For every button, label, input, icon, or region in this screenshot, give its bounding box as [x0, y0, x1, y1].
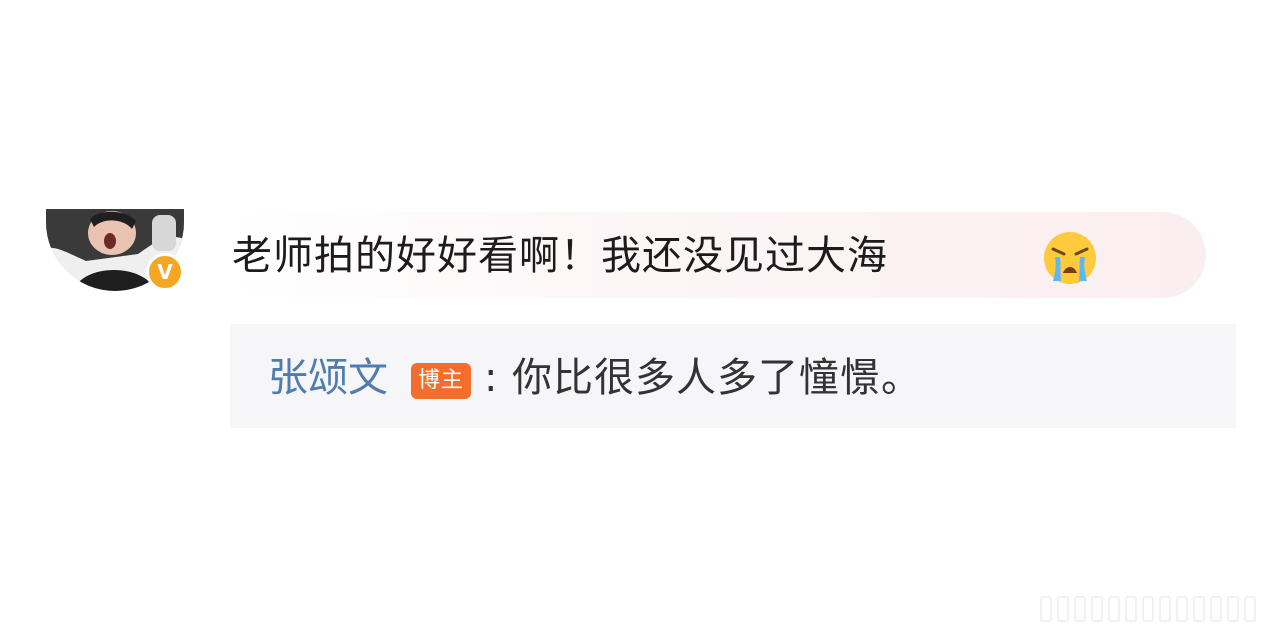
verified-badge-icon: V: [146, 253, 184, 291]
reply-separator: :: [484, 355, 498, 401]
reply-text: 你比很多人多了憧憬。: [512, 355, 922, 401]
reply-author-name[interactable]: 张颂文: [268, 354, 388, 402]
watermark-icon: [1040, 592, 1260, 626]
crying-face-icon: [1044, 232, 1096, 284]
comment-text: 老师拍的好好看啊！我还没见过大海: [232, 233, 888, 279]
comment-thread: V 老师拍的好好看啊！我还没见过大海 张颂文 博主 : 你比很多人多了憧憬。: [0, 0, 1280, 640]
author-badge: 博主: [411, 363, 471, 399]
